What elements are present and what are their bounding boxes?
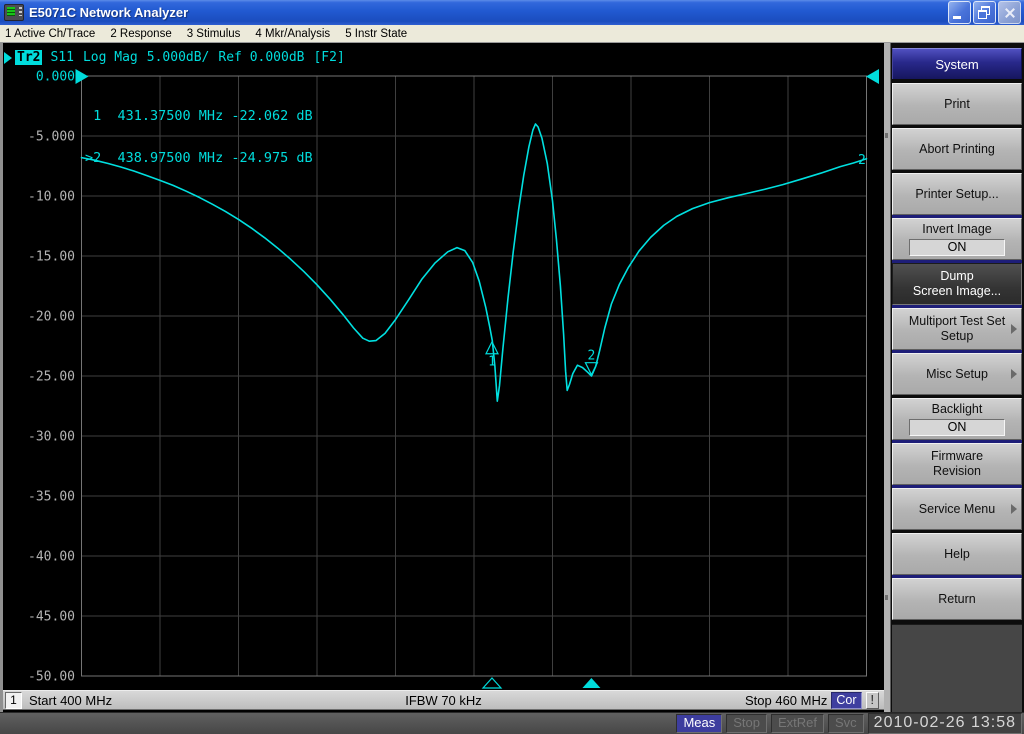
marker-readout-table: 1 431.37500 MHz -22.062 dB >2 438.97500 MHz… <box>85 81 313 193</box>
status-svc: Svc <box>828 714 864 733</box>
active-trace-pointer-icon <box>4 51 12 64</box>
marker-row-2: >2 438.97500 MHz -24.975 dB <box>85 151 313 165</box>
status-extref: ExtRef <box>770 714 824 733</box>
trace-channel: [F2] <box>313 50 345 65</box>
status-clock: 2010-02-26 13:58 <box>867 713 1022 734</box>
menu-bar: 1 Active Ch/Trace 2 Response 3 Stimulus … <box>0 25 1024 43</box>
invert-image-toggle-state: ON <box>909 239 1005 256</box>
window-controls <box>948 1 1021 24</box>
restore-button[interactable] <box>973 1 996 24</box>
system-status-bar: Meas Stop ExtRef Svc 2010-02-26 13:58 <box>0 712 1024 734</box>
trace-reference[interactable]: Ref 0.000dB <box>218 50 304 65</box>
softkey-return[interactable]: Return <box>892 575 1022 620</box>
submenu-arrow-icon <box>1011 324 1017 334</box>
softkey-panel: System Print Abort Printing Printer Setu… <box>884 43 1024 712</box>
softkey-scroll-strip[interactable] <box>884 43 891 712</box>
instrument-window: E5071C Network Analyzer 1 Active Ch/Trac… <box>0 0 1024 734</box>
trace-status-line: Tr2 S11 Log Mag 5.000dB/ Ref 0.000dB [F2… <box>4 50 354 65</box>
submenu-arrow-icon <box>1011 504 1017 514</box>
trace-format[interactable]: Log Mag <box>83 50 138 65</box>
svg-text:-25.00: -25.00 <box>28 370 75 385</box>
channel-number-badge: 1 <box>5 691 22 709</box>
trace-name-badge[interactable]: Tr2 <box>15 50 43 65</box>
menu-mkr-analysis[interactable]: 4 Mkr/Analysis <box>255 28 330 40</box>
softkey-printer-setup[interactable]: Printer Setup... <box>892 173 1022 215</box>
channel-bar-right-group: Stop 460 MHz Cor ! <box>744 691 879 709</box>
svg-text:-45.00: -45.00 <box>28 610 75 625</box>
window-title: E5071C Network Analyzer <box>29 5 189 20</box>
marker-2-select-flag: > <box>85 150 94 166</box>
warning-badge: ! <box>865 691 879 709</box>
softkey-menu-title: System <box>892 48 1022 79</box>
svg-text:-15.00: -15.00 <box>28 250 75 265</box>
menu-active-ch-trace[interactable]: 1 Active Ch/Trace <box>5 28 95 40</box>
softkey-misc-setup[interactable]: Misc Setup <box>892 350 1022 395</box>
softkey-print[interactable]: Print <box>892 83 1022 125</box>
stop-frequency-label: Stop 460 MHz <box>744 692 828 708</box>
softkey-invert-image[interactable]: Invert Image ON <box>892 215 1022 260</box>
correction-status-badge: Cor <box>831 691 862 709</box>
marker-1-select-flag <box>85 108 93 124</box>
menu-instr-state[interactable]: 5 Instr State <box>345 28 407 40</box>
svg-text:2: 2 <box>588 349 596 364</box>
start-frequency-label: Start 400 MHz <box>29 692 113 708</box>
ifbw-label: IFBW 70 kHz <box>405 692 482 708</box>
backlight-toggle-state: ON <box>909 419 1005 436</box>
svg-text:-5.000: -5.000 <box>28 130 75 145</box>
title-bar: E5071C Network Analyzer <box>0 0 1024 25</box>
svg-text:-30.00: -30.00 <box>28 430 75 445</box>
minimize-button[interactable] <box>948 1 971 24</box>
submenu-arrow-icon <box>1011 369 1017 379</box>
softkey-firmware-revision[interactable]: Firmware Revision <box>892 440 1022 485</box>
softkey-column: System Print Abort Printing Printer Setu… <box>891 43 1024 712</box>
softkey-panel-empty-area <box>892 624 1022 712</box>
marker-1-value: -22.062 dB <box>231 108 313 124</box>
menu-stimulus[interactable]: 3 Stimulus <box>187 28 241 40</box>
instrument-display: 0.000 -5.000 -10.00 -15.00 -20.00 -25.00 -30.0… <box>0 43 884 712</box>
menu-response[interactable]: 2 Response <box>110 28 171 40</box>
status-meas: Meas <box>676 714 723 733</box>
marker-row-1: 1 431.37500 MHz -22.062 dB <box>85 108 313 124</box>
svg-text:0.000: 0.000 <box>36 70 75 85</box>
svg-text:-40.00: -40.00 <box>28 550 75 565</box>
svg-text:2: 2 <box>858 153 866 168</box>
status-stop: Stop <box>726 714 767 733</box>
svg-text:1: 1 <box>488 355 496 370</box>
svg-text:-35.00: -35.00 <box>28 490 75 505</box>
channel-status-bar: 1 Start 400 MHz IFBW 70 kHz Stop 460 MHz… <box>3 690 884 710</box>
softkey-dump-screen-image[interactable]: Dump Screen Image... <box>892 260 1022 305</box>
trace-measurement[interactable]: S11 <box>50 50 73 65</box>
marker-1-frequency: 431.37500 MHz <box>117 108 224 124</box>
marker-1-number: 1 <box>93 108 102 124</box>
softkey-abort-printing[interactable]: Abort Printing <box>892 128 1022 170</box>
softkey-backlight[interactable]: Backlight ON <box>892 398 1022 440</box>
softkey-service-menu[interactable]: Service Menu <box>892 485 1022 530</box>
svg-text:-10.00: -10.00 <box>28 190 75 205</box>
app-icon <box>4 4 24 21</box>
trace-scale[interactable]: 5.000dB/ <box>147 50 210 65</box>
svg-text:-50.00: -50.00 <box>28 670 75 685</box>
softkey-help[interactable]: Help <box>892 533 1022 575</box>
marker-2-number: 2 <box>93 150 102 166</box>
svg-text:-20.00: -20.00 <box>28 310 75 325</box>
marker-2-frequency: 438.97500 MHz <box>117 150 224 166</box>
marker-2-value: -24.975 dB <box>231 150 313 166</box>
softkey-multiport-test-set-setup[interactable]: Multiport Test Set Setup <box>892 305 1022 350</box>
close-button[interactable] <box>998 1 1021 24</box>
